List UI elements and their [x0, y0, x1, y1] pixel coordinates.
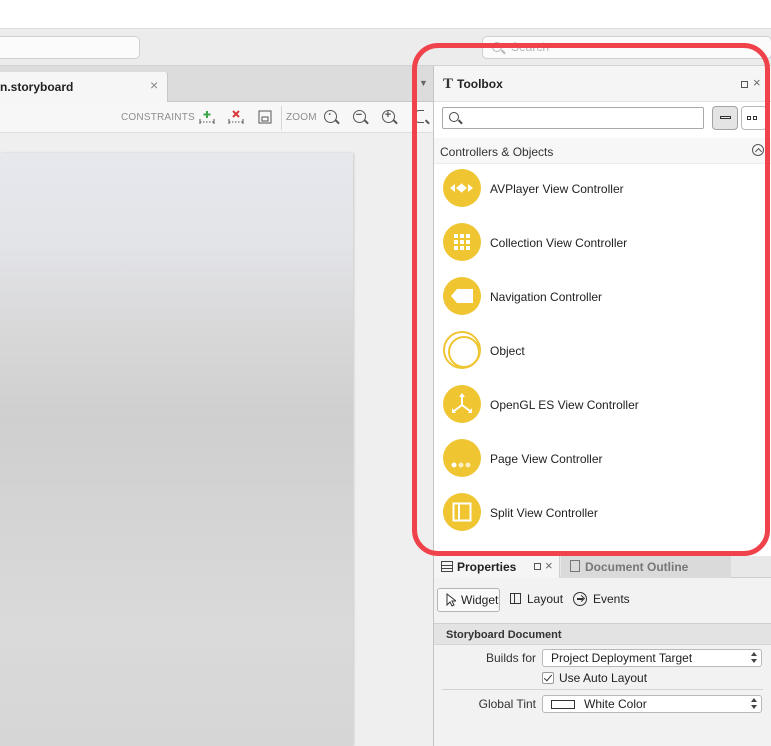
- use-auto-layout-label: Use Auto Layout: [559, 671, 648, 685]
- toolbar-divider: [281, 106, 282, 130]
- designer-toolbar: CONSTRAINTS ZOOM · − +: [0, 102, 433, 133]
- document-outline-icon: [570, 560, 580, 572]
- properties-pad: Widget Layout Events Storyboard Document…: [434, 578, 771, 746]
- builds-for-label: Builds for: [485, 651, 536, 665]
- events-tab[interactable]: Events: [573, 588, 633, 612]
- group-title: Storyboard Document: [446, 629, 562, 641]
- events-tab-label: Events: [593, 592, 630, 606]
- builds-for-select[interactable]: Project Deployment Target: [542, 649, 762, 667]
- widget-tab-label: Widget: [461, 593, 499, 607]
- widget-tab[interactable]: Widget: [437, 588, 500, 612]
- tab-properties[interactable]: Properties ×: [434, 556, 560, 578]
- add-constraints-icon[interactable]: [198, 108, 216, 126]
- tab-document-outline[interactable]: Document Outline: [561, 556, 731, 578]
- events-icon: [573, 592, 587, 606]
- updown-arrows-icon: [749, 652, 759, 664]
- cursor-icon: [446, 593, 456, 607]
- storyboard-document-group[interactable]: Storyboard Document: [434, 623, 771, 645]
- document-tab-label: n.storyboard: [0, 80, 74, 94]
- frame-icon[interactable]: [256, 108, 274, 126]
- updown-arrows-icon: [749, 698, 759, 710]
- status-field: [0, 36, 140, 59]
- clear-constraints-icon[interactable]: [227, 108, 245, 126]
- builds-for-value: Project Deployment Target: [551, 651, 693, 665]
- document-outline-label: Document Outline: [585, 560, 689, 574]
- close-icon[interactable]: ×: [545, 558, 553, 573]
- global-tint-value: White Color: [584, 697, 647, 711]
- highlight-annotation: [412, 43, 770, 556]
- view-controller-artboard[interactable]: [0, 153, 353, 746]
- design-canvas[interactable]: [0, 133, 433, 746]
- zoom-out-icon[interactable]: −: [353, 109, 366, 123]
- properties-tab-bar: Properties × Document Outline: [434, 556, 771, 578]
- window-top: [0, 0, 771, 28]
- zoom-label: ZOOM: [286, 112, 317, 123]
- zoom-in-icon[interactable]: +: [382, 109, 395, 123]
- document-tab-bar: n.storyboard × ▼: [0, 66, 433, 102]
- global-tint-select[interactable]: White Color: [542, 695, 762, 713]
- layout-icon: [510, 593, 521, 604]
- divider: [442, 689, 763, 690]
- document-tab[interactable]: n.storyboard ×: [0, 72, 168, 102]
- layout-tab[interactable]: Layout: [510, 588, 570, 612]
- properties-tab-label: Properties: [457, 560, 517, 574]
- color-swatch: [551, 700, 575, 709]
- constraints-label: CONSTRAINTS: [121, 112, 195, 123]
- close-icon[interactable]: ×: [150, 77, 158, 93]
- zoom-fit-icon[interactable]: ·: [324, 109, 337, 123]
- use-auto-layout-checkbox[interactable]: [542, 672, 554, 684]
- global-tint-label: Global Tint: [478, 697, 536, 711]
- maximize-icon[interactable]: [534, 563, 541, 570]
- layout-tab-label: Layout: [527, 592, 564, 606]
- properties-icon: [441, 561, 453, 572]
